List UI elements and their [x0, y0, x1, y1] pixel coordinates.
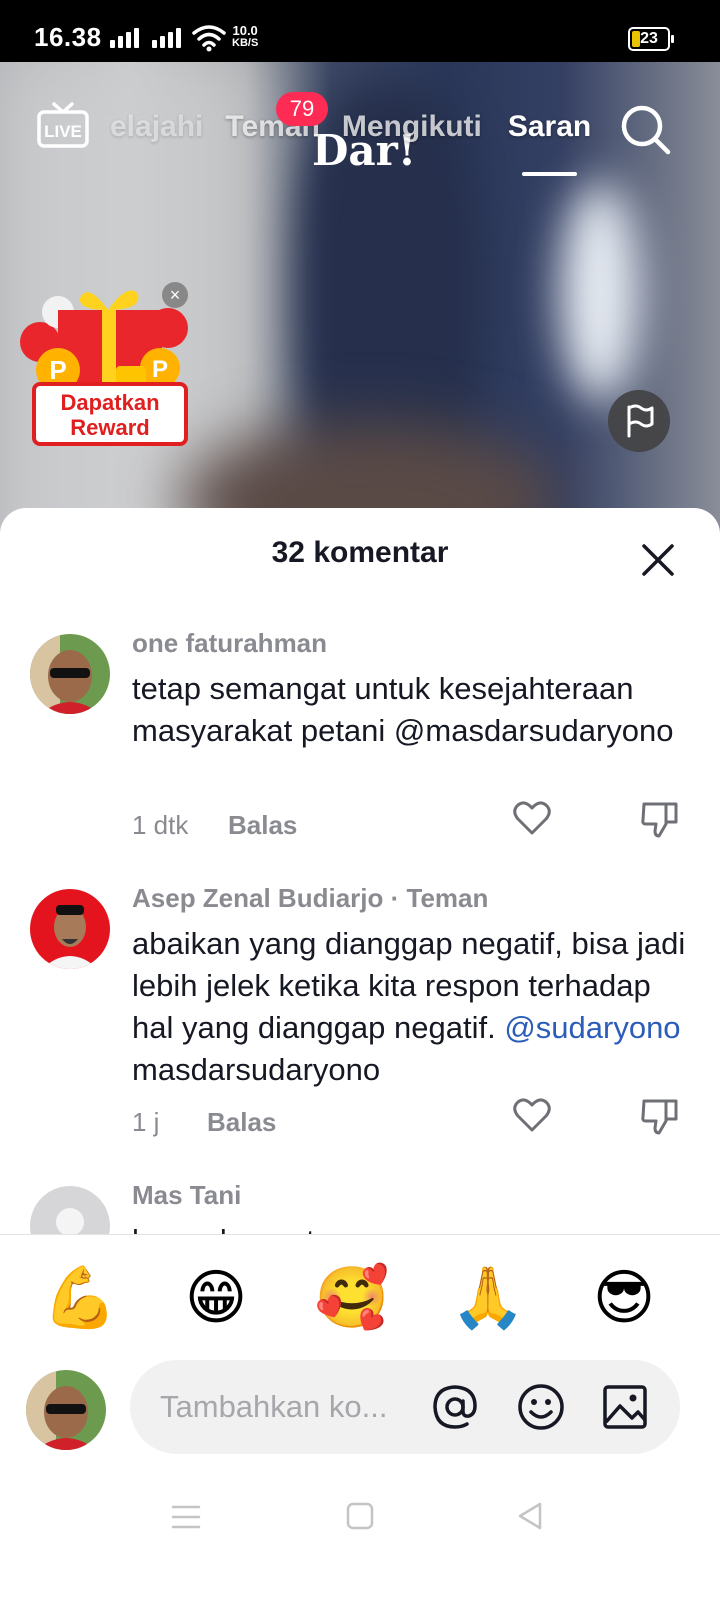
comments-sheet: 32 komentar one faturahman tetap semanga…: [0, 508, 720, 1600]
tab-for-you[interactable]: Saran: [508, 110, 591, 176]
avatar[interactable]: [30, 889, 110, 969]
battery-level: 23: [640, 30, 658, 47]
avatar[interactable]: [30, 634, 110, 714]
comment-text-part: masdarsudaryono: [132, 1052, 381, 1087]
back-icon[interactable]: [514, 1500, 546, 1532]
divider: [0, 1234, 720, 1235]
net-speed-value: 10.0: [232, 23, 258, 38]
search-icon[interactable]: [618, 102, 672, 156]
comment-text: tetap semangat untuk kesejahteraan masya…: [132, 671, 674, 748]
net-speed: 10.0 KB/S: [232, 24, 258, 50]
home-icon[interactable]: [344, 1500, 376, 1532]
emoji-sunglasses-face[interactable]: 😎: [584, 1258, 664, 1338]
reward-label-line1: Dapatkan: [60, 390, 160, 415]
friends-notification-badge: 79: [276, 92, 328, 126]
wifi-icon: [192, 25, 226, 52]
comment-time: 1 j: [132, 1107, 160, 1137]
heart-icon[interactable]: [512, 800, 552, 836]
comment-time: 1 dtk: [132, 810, 189, 840]
svg-text:P: P: [152, 356, 168, 383]
status-time: 16.38: [34, 22, 102, 52]
live-icon[interactable]: LIVE: [36, 102, 90, 148]
comment-input[interactable]: [160, 1386, 410, 1428]
dislike-icon[interactable]: [640, 800, 680, 838]
svg-text:P: P: [49, 355, 66, 385]
emoji-quick-bar: 💪 😁 🥰 🙏 😎: [0, 1258, 720, 1338]
comment-list[interactable]: one faturahman tetap semangat untuk kese…: [0, 608, 720, 1234]
reward-label: Dapatkan Reward: [32, 382, 188, 446]
system-navigation-bar: [0, 1490, 720, 1550]
live-label: LIVE: [44, 122, 82, 141]
signal-icon: [110, 26, 139, 48]
comments-count-title: 32 komentar: [271, 536, 449, 569]
emoji-smiling-face-with-hearts[interactable]: 🥰: [312, 1258, 392, 1338]
avatar[interactable]: [30, 1186, 110, 1234]
reward-label-line2: Reward: [70, 415, 150, 440]
flag-icon[interactable]: [608, 390, 670, 452]
reward-widget[interactable]: P P × Dapatkan Reward: [18, 282, 194, 452]
comment-username[interactable]: Mas Tani: [132, 1180, 241, 1211]
image-icon[interactable]: [600, 1382, 650, 1432]
top-nav: LIVE Dar! elajahi Teman Mengikuti Saran …: [0, 92, 720, 182]
friend-tag: · Teman: [390, 883, 489, 913]
mention-icon[interactable]: [430, 1382, 480, 1432]
status-bar: 16.38 10.0 KB/S 23: [0, 0, 720, 62]
menu-icon[interactable]: [170, 1502, 202, 1532]
reward-close-button[interactable]: ×: [162, 282, 188, 308]
comment-text: abaikan yang dianggap negatif, bisa jadi…: [132, 923, 692, 1091]
reply-button[interactable]: Balas: [228, 810, 297, 841]
emoji-grinning-face[interactable]: 😁: [176, 1258, 256, 1338]
comment-input-box[interactable]: [130, 1360, 680, 1454]
tab-following[interactable]: Mengikuti: [342, 110, 482, 150]
comment-text: bener banget mas: [132, 1220, 692, 1234]
signal-icon: [152, 26, 181, 48]
comment-input-row: [0, 1360, 720, 1454]
close-icon[interactable]: [640, 542, 676, 578]
emoji-icon[interactable]: [516, 1382, 566, 1432]
heart-icon[interactable]: [512, 1097, 552, 1133]
reply-button[interactable]: Balas: [207, 1107, 276, 1138]
battery-icon: 23: [628, 27, 674, 51]
comment-username[interactable]: Asep Zenal Budiarjo: [132, 883, 383, 913]
emoji-flexed-biceps[interactable]: 💪: [40, 1258, 120, 1338]
comment-username[interactable]: one faturahman: [132, 628, 327, 659]
mention-link[interactable]: @sudaryono: [504, 1010, 680, 1045]
emoji-folded-hands[interactable]: 🙏: [448, 1258, 528, 1338]
feed-tabs: elajahi Teman Mengikuti Saran: [110, 110, 591, 176]
comment-username-row: Asep Zenal Budiarjo · Teman: [132, 883, 488, 914]
avatar[interactable]: [26, 1370, 106, 1450]
dislike-icon[interactable]: [640, 1097, 680, 1135]
net-speed-unit: KB/S: [232, 37, 259, 49]
tab-explore[interactable]: elajahi: [110, 110, 203, 150]
